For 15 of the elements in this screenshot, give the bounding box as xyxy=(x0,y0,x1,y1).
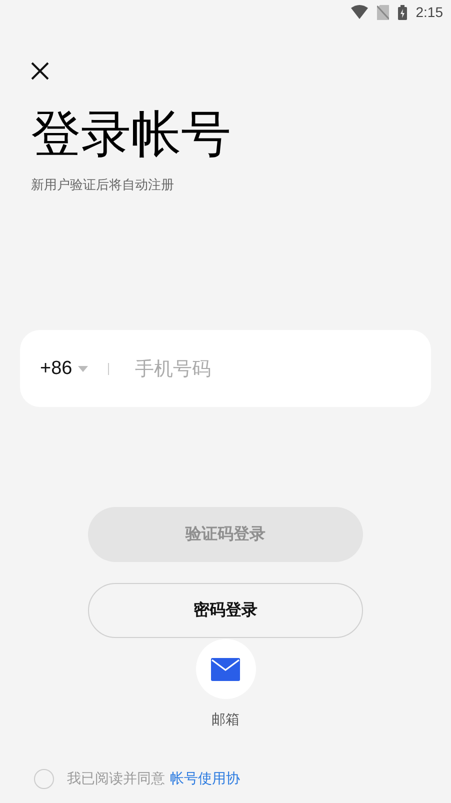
wifi-icon xyxy=(350,5,368,19)
phone-field[interactable]: +86 手机号码 xyxy=(20,330,431,407)
agreement-link[interactable]: 帐号使用协 xyxy=(170,770,240,788)
no-sim-icon xyxy=(376,4,389,20)
country-code[interactable]: +86 xyxy=(40,358,72,380)
envelope-icon xyxy=(211,658,240,680)
subtitle: 新用户验证后将自动注册 xyxy=(31,177,175,194)
email-label: 邮箱 xyxy=(212,711,240,729)
status-time: 2:15 xyxy=(416,4,443,20)
password-login-button[interactable]: 密码登录 xyxy=(88,583,363,638)
page-title: 登录帐号 xyxy=(31,104,232,164)
battery-icon xyxy=(398,4,407,20)
close-icon[interactable] xyxy=(31,62,49,80)
agreement-checkbox[interactable] xyxy=(34,769,54,789)
agreement-text: 我已阅读并同意 xyxy=(67,770,165,788)
